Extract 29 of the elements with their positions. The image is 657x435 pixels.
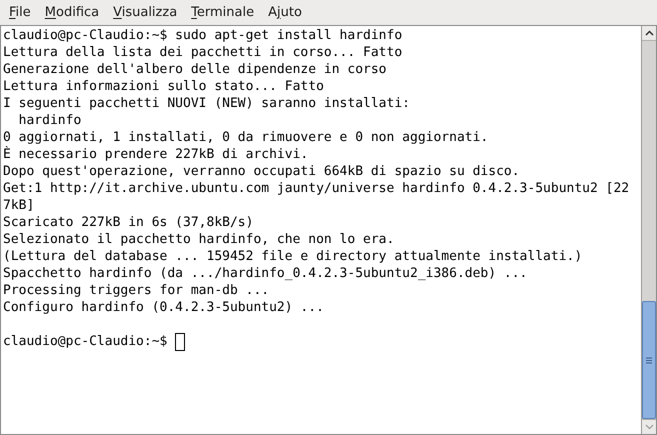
terminal-line: claudio@pc-Claudio:~$ sudo apt-get install hardinfo: [3, 27, 402, 44]
menu-item[interactable]: Terminale: [184, 2, 262, 24]
terminal-line: (Lettura del database ... 159452 file e directory attualmente installati.): [3, 248, 582, 265]
terminal-line: Generazione dell'albero delle dipendenze in corso: [3, 61, 387, 78]
terminal-line: Processing triggers for man-db ...: [3, 282, 270, 299]
menu-item[interactable]: Visualizza: [106, 2, 184, 24]
terminal-line: Lettura informazioni sullo stato... Fatto: [3, 78, 324, 95]
terminal-line: Scaricato 227kB in 6s (37,8kB/s): [3, 214, 254, 231]
terminal-line: Spacchetto hardinfo (da .../hardinfo_0.4.2.3-5ubuntu2_i386.deb) ...: [3, 265, 528, 282]
terminal-line: I seguenti pacchetti NUOVI (NEW) saranno installati:: [3, 95, 410, 112]
scrollbar[interactable]: [641, 26, 656, 434]
terminal-line: Lettura della lista dei pacchetti in corso... Fatto: [3, 44, 402, 61]
terminal-line: Configuro hardinfo (0.4.2.3-5ubuntu2) ...: [3, 299, 324, 316]
terminal-line: 0 aggiornati, 1 installati, 0 da rimuovere e 0 non aggiornati.: [3, 129, 488, 146]
cursor: [175, 332, 186, 350]
menu-item[interactable]: Modifica: [38, 2, 106, 24]
terminal-line: È necessario prendere 227kB di archivi.: [3, 146, 308, 163]
terminal-line: Dopo quest'operazione, verranno occupati 664kB di spazio su disco.: [3, 163, 520, 180]
terminal-line: hardinfo: [18, 112, 82, 129]
scroll-down-icon[interactable]: [642, 419, 656, 434]
scroll-up-icon[interactable]: [642, 26, 656, 41]
menu-item[interactable]: Ajuto: [261, 2, 309, 24]
terminal-line: Selezionato il pacchetto hardinfo, che non lo era.: [3, 231, 394, 248]
scroll-thumb[interactable]: [642, 301, 656, 419]
terminal-line: Get:1 http://it.archive.ubuntu.com jaunty/universe hardinfo 0.4.2.3-5ubuntu2 [22: [3, 180, 630, 197]
terminal-prompt: claudio@pc-Claudio:~$: [3, 333, 168, 350]
terminal-area[interactable]: [1, 26, 641, 434]
terminal-line: 7kB]: [3, 197, 34, 214]
menu-item[interactable]: File: [2, 2, 38, 24]
